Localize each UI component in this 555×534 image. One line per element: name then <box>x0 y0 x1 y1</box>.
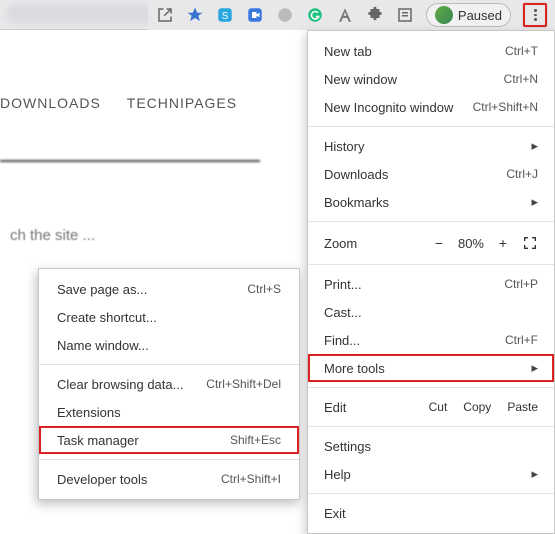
menu-bookmarks[interactable]: Bookmarks▸ <box>308 188 554 216</box>
zoom-out-button[interactable]: − <box>430 235 448 251</box>
menu-history[interactable]: History▸ <box>308 132 554 160</box>
edit-label: Edit <box>324 400 413 415</box>
submenu-arrow-icon: ▸ <box>531 466 538 482</box>
extension-grammarly-icon[interactable] <box>306 6 324 24</box>
menu-zoom-row: Zoom − 80% + <box>308 227 554 259</box>
avatar <box>435 6 453 24</box>
menu-find[interactable]: Find...Ctrl+F <box>308 326 554 354</box>
submenu-task-manager[interactable]: Task managerShift+Esc <box>39 426 299 454</box>
menu-incognito[interactable]: New Incognito windowCtrl+Shift+N <box>308 93 554 121</box>
extensions-puzzle-icon[interactable] <box>366 6 384 24</box>
submenu-save-page[interactable]: Save page as...Ctrl+S <box>39 275 299 303</box>
edit-cut[interactable]: Cut <box>429 400 448 414</box>
zoom-in-button[interactable]: + <box>494 235 512 251</box>
bookmark-star-icon[interactable] <box>186 6 204 24</box>
submenu-arrow-icon: ▸ <box>531 138 538 154</box>
submenu-name-window[interactable]: Name window... <box>39 331 299 359</box>
reading-list-icon[interactable] <box>396 6 414 24</box>
menu-separator <box>308 221 554 222</box>
menu-cast[interactable]: Cast... <box>308 298 554 326</box>
submenu-arrow-icon: ▸ <box>531 360 538 376</box>
extension-grey-icon[interactable] <box>276 6 294 24</box>
menu-new-tab[interactable]: New tabCtrl+T <box>308 37 554 65</box>
extension-a-icon[interactable] <box>336 6 354 24</box>
menu-more-tools[interactable]: More tools▸ <box>308 354 554 382</box>
menu-downloads[interactable]: DownloadsCtrl+J <box>308 160 554 188</box>
submenu-extensions[interactable]: Extensions <box>39 398 299 426</box>
menu-edit-row: Edit Cut Copy Paste <box>308 393 554 421</box>
menu-new-window[interactable]: New windowCtrl+N <box>308 65 554 93</box>
zoom-value: 80% <box>458 236 484 251</box>
extension-s-icon[interactable]: S <box>216 6 234 24</box>
site-tab-technipages[interactable]: TECHNIPAGES <box>127 95 237 111</box>
more-tools-submenu: Save page as...Ctrl+S Create shortcut...… <box>38 268 300 500</box>
menu-exit[interactable]: Exit <box>308 499 554 527</box>
browser-toolbar: S Paused <box>148 0 555 30</box>
menu-help[interactable]: Help▸ <box>308 460 554 488</box>
menu-separator <box>308 387 554 388</box>
submenu-clear-data[interactable]: Clear browsing data...Ctrl+Shift+Del <box>39 370 299 398</box>
site-tab-downloads[interactable]: DOWNLOADS <box>0 95 101 111</box>
zoom-label: Zoom <box>324 236 420 251</box>
submenu-arrow-icon: ▸ <box>531 194 538 210</box>
menu-settings[interactable]: Settings <box>308 432 554 460</box>
profile-chip[interactable]: Paused <box>426 3 511 27</box>
menu-separator <box>308 126 554 127</box>
edit-paste[interactable]: Paste <box>507 400 538 414</box>
address-blur <box>6 4 156 24</box>
submenu-developer-tools[interactable]: Developer toolsCtrl+Shift+I <box>39 465 299 493</box>
chrome-main-menu: New tabCtrl+T New windowCtrl+N New Incog… <box>307 30 555 534</box>
search-input[interactable] <box>0 215 300 255</box>
menu-separator <box>308 426 554 427</box>
menu-separator <box>308 493 554 494</box>
svg-text:S: S <box>222 11 229 22</box>
menu-separator <box>39 364 299 365</box>
extension-video-icon[interactable] <box>246 6 264 24</box>
fullscreen-button[interactable] <box>522 235 538 251</box>
edit-copy[interactable]: Copy <box>463 400 491 414</box>
chrome-menu-button[interactable] <box>523 3 547 27</box>
share-icon[interactable] <box>156 6 174 24</box>
menu-print[interactable]: Print...Ctrl+P <box>308 270 554 298</box>
profile-paused-label: Paused <box>458 8 502 23</box>
menu-separator <box>308 264 554 265</box>
submenu-create-shortcut[interactable]: Create shortcut... <box>39 303 299 331</box>
menu-separator <box>39 459 299 460</box>
divider-line <box>0 160 260 162</box>
